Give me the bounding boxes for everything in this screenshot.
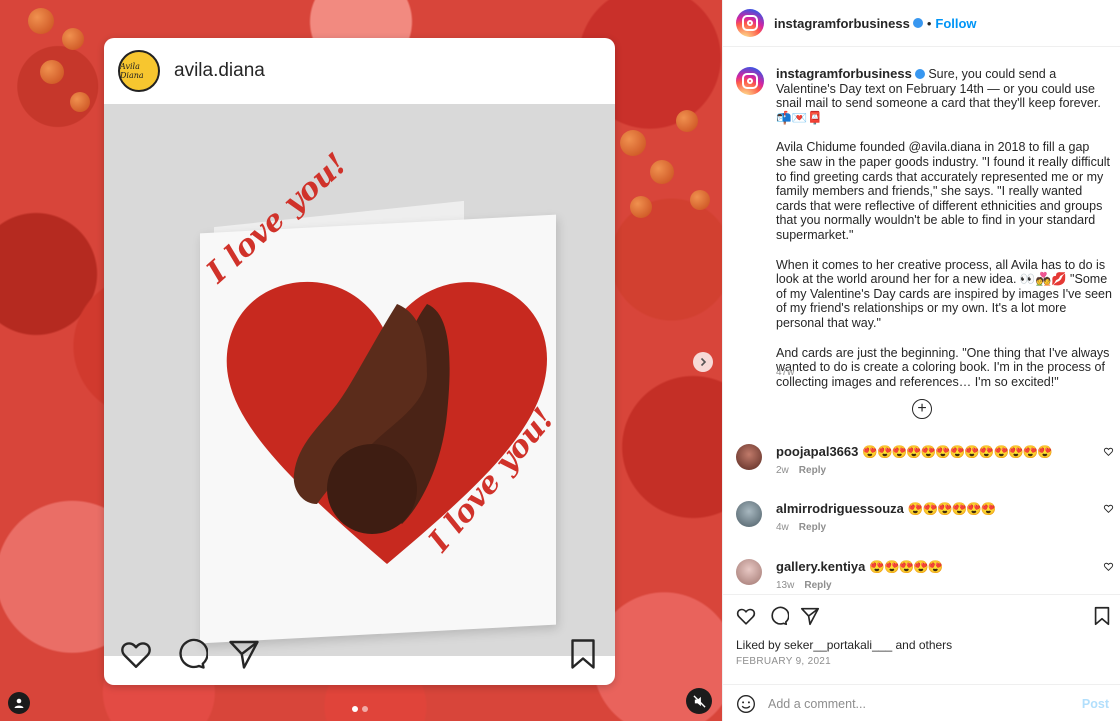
comment-text: 😍😍😍😍😍 <box>869 560 943 574</box>
berry-decoration <box>690 190 710 210</box>
commenter-avatar[interactable] <box>736 501 762 527</box>
liked-by-text: Liked by seker__portakali___ and others <box>736 638 952 652</box>
comment-line: gallery.kentiya 😍😍😍😍😍 <box>776 559 943 575</box>
comment-item: poojapal3663 😍😍😍😍😍😍😍😍😍😍😍😍😍 2w Reply <box>736 444 1116 494</box>
berry-decoration <box>28 8 54 34</box>
card-avatar: Avila Diana <box>118 50 160 92</box>
comment-age: 4w <box>776 522 789 533</box>
emoji-icon[interactable] <box>736 694 756 714</box>
liked-by-user[interactable]: seker__portakali___ <box>784 638 892 652</box>
comment-meta: 2w Reply <box>776 465 826 476</box>
card-actions <box>104 623 615 685</box>
heart-hands-illustration <box>226 281 547 564</box>
follow-button[interactable]: Follow <box>935 16 976 31</box>
reply-button[interactable]: Reply <box>799 465 826 476</box>
comment-age: 2w <box>776 465 789 476</box>
instagram-frame-card: Avila Diana avila.diana I love you! I lo… <box>104 38 615 685</box>
carousel-dot-active <box>352 706 358 712</box>
comment-meta: 4w Reply <box>776 522 826 533</box>
comment-text: 😍😍😍😍😍😍😍😍😍😍😍😍😍 <box>862 445 1052 459</box>
instagram-logo-icon <box>742 15 758 31</box>
comment-heart-icon[interactable] <box>1103 503 1114 514</box>
card-header: Avila Diana avila.diana <box>104 38 615 104</box>
comment-item: almirrodriguessouza 😍😍😍😍😍😍 4w Reply <box>736 501 1116 551</box>
caption-text: instagramforbusiness Sure, you could sen… <box>776 66 1112 404</box>
comment-username[interactable]: almirrodriguessouza <box>776 501 904 516</box>
card-photo: I love you! I love you! <box>104 104 615 656</box>
comment-age: 13w <box>776 580 795 591</box>
comment-heart-icon[interactable] <box>1103 561 1114 572</box>
berry-decoration <box>62 28 84 50</box>
comment-icon <box>179 638 208 669</box>
caption-paragraph-2: Avila Chidume founded @avila.diana in 20… <box>776 140 1111 242</box>
liked-by-prefix: Liked by <box>736 638 781 652</box>
caption-paragraph-3: When it comes to her creative process, a… <box>776 257 1112 330</box>
reply-button[interactable]: Reply <box>804 580 831 591</box>
comment-username[interactable]: gallery.kentiya <box>776 559 865 574</box>
user-tag-button[interactable] <box>8 692 30 714</box>
berry-decoration <box>676 110 698 132</box>
post-date: FEBRUARY 9, 2021 <box>736 656 832 667</box>
post-media[interactable]: Avila Diana avila.diana I love you! I lo… <box>0 0 722 721</box>
share-icon <box>229 640 259 669</box>
post-modal: Avila Diana avila.diana I love you! I lo… <box>0 0 1120 722</box>
heart-icon <box>121 642 151 668</box>
verified-badge-icon <box>912 18 923 28</box>
berry-decoration <box>70 92 90 112</box>
add-comment-bar: Post <box>723 684 1120 722</box>
carousel-dots <box>352 706 368 712</box>
verified-badge-icon <box>914 69 925 79</box>
post-details-panel: instagramforbusiness • Follow instagramf… <box>722 0 1120 722</box>
action-buttons <box>735 605 1115 629</box>
post-header: instagramforbusiness • Follow <box>723 0 1120 47</box>
next-media-button[interactable] <box>693 352 713 372</box>
carousel-dot <box>362 706 368 712</box>
load-more-comments-button[interactable]: + <box>912 399 932 419</box>
add-comments-icon: + <box>917 400 927 417</box>
comment-text: 😍😍😍😍😍😍 <box>907 502 996 516</box>
comment-meta: 13w Reply <box>776 580 832 591</box>
caption-username[interactable]: instagramforbusiness <box>776 66 912 81</box>
reply-button[interactable]: Reply <box>799 522 826 533</box>
card-avatar-text: Avila Diana <box>120 62 144 80</box>
user-tag-icon <box>14 698 24 708</box>
instagram-logo-icon <box>742 73 758 89</box>
header-separator: • <box>926 15 932 31</box>
like-heart-icon[interactable] <box>735 605 757 627</box>
caption-paragraph-4: And cards are just the beginning. "One t… <box>776 345 1110 389</box>
berry-decoration <box>620 130 646 156</box>
mute-icon <box>692 694 706 708</box>
post-actions-footer: Liked by seker__portakali___ and others … <box>723 594 1120 722</box>
card-username: avila.diana <box>174 60 265 81</box>
next-arrow-icon <box>700 357 707 367</box>
comment-line: almirrodriguessouza 😍😍😍😍😍😍 <box>776 501 996 517</box>
berry-decoration <box>40 60 64 84</box>
share-icon[interactable] <box>799 605 821 627</box>
comment-item: gallery.kentiya 😍😍😍😍😍 13w Reply <box>736 559 1116 594</box>
commenter-avatar[interactable] <box>736 559 762 585</box>
comment-heart-icon[interactable] <box>1103 446 1114 457</box>
commenter-avatar[interactable] <box>736 444 762 470</box>
liked-by-suffix[interactable]: and others <box>895 638 952 652</box>
caption-age: 47w <box>776 367 795 378</box>
account-avatar[interactable] <box>736 9 764 37</box>
comment-line: poojapal3663 😍😍😍😍😍😍😍😍😍😍😍😍😍 <box>776 444 1053 460</box>
mute-button[interactable] <box>686 688 712 714</box>
post-caption: instagramforbusiness Sure, you could sen… <box>736 66 1116 404</box>
header-username[interactable]: instagramforbusiness <box>774 16 910 31</box>
comment-username[interactable]: poojapal3663 <box>776 444 858 459</box>
caption-avatar[interactable] <box>736 67 764 95</box>
post-comment-button[interactable]: Post <box>1082 697 1109 711</box>
comment-input[interactable] <box>768 696 1068 711</box>
bookmark-icon <box>571 639 595 669</box>
berry-decoration <box>630 196 652 218</box>
bookmark-icon[interactable] <box>1091 605 1113 627</box>
comment-icon[interactable] <box>767 605 789 627</box>
berry-decoration <box>650 160 674 184</box>
